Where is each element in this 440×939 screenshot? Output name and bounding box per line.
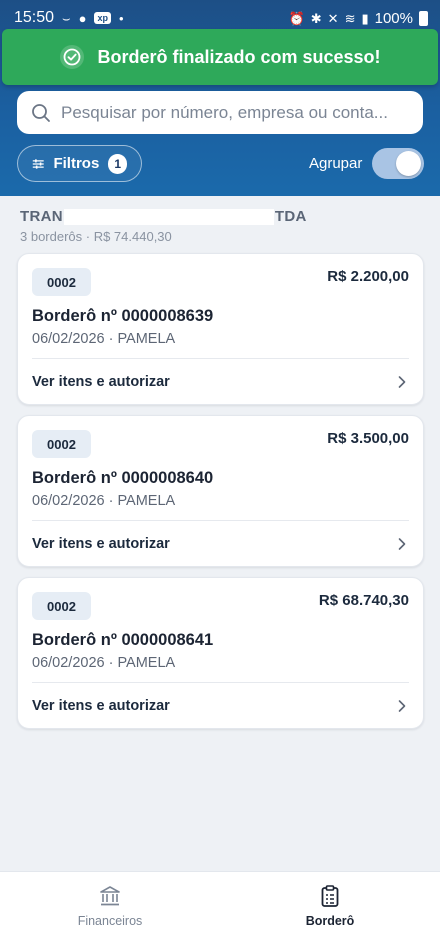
- card-title: Borderô nº 0000008639: [32, 307, 214, 325]
- alarm-icon: ⏰: [288, 10, 305, 26]
- card-action-label: Ver itens e autorizar: [32, 698, 170, 714]
- card-amount: R$ 68.740,30: [318, 592, 409, 609]
- nav-item-bordero[interactable]: Borderô: [220, 872, 440, 939]
- bordero-card[interactable]: 0002 R$ 3.500,00 Borderô nº 0000008640 0…: [17, 415, 424, 567]
- chat-icon: ●: [78, 10, 87, 26]
- card-meta: 06/02/2026 · PAMELA: [32, 331, 176, 347]
- bank-icon: [100, 885, 120, 905]
- search-input[interactable]: [61, 102, 409, 123]
- view-items-authorize-link[interactable]: Ver itens e autorizar: [32, 359, 409, 405]
- group-toggle[interactable]: [372, 148, 424, 179]
- chevron-right-icon: [398, 700, 406, 712]
- signal-icon: ▮: [361, 10, 369, 26]
- card-meta: 06/02/2026 · PAMELA: [32, 493, 176, 509]
- missed-call-icon: ⌣: [62, 10, 71, 26]
- code-badge: 0002: [32, 592, 91, 620]
- nav-label: Borderô: [305, 913, 355, 928]
- code-badge: 0002: [32, 268, 91, 296]
- view-items-authorize-link[interactable]: Ver itens e autorizar: [32, 521, 409, 567]
- card-meta: 06/02/2026 · PAMELA: [32, 655, 176, 671]
- card-title: Borderô nº 0000008640: [32, 469, 214, 487]
- nav-label: Financeiros: [77, 913, 143, 928]
- chevron-right-icon: [398, 376, 406, 388]
- card-amount: R$ 3.500,00: [327, 430, 409, 447]
- group-subtitle: 3 borderôs · R$ 74.440,30: [20, 229, 172, 244]
- nav-item-financeiros[interactable]: Financeiros: [0, 872, 220, 939]
- group-title: TRAN TDA: [20, 208, 307, 225]
- card-title: Borderô nº 0000008641: [32, 631, 214, 649]
- group-toggle-label: Agrupar: [309, 155, 363, 172]
- redacted-block: [63, 208, 274, 225]
- search-icon: [32, 103, 50, 122]
- check-circle-icon: [60, 45, 85, 69]
- filters-button[interactable]: Filtros 1: [17, 145, 142, 182]
- group-title-end: TDA: [274, 208, 307, 225]
- filters-count-badge: 1: [108, 153, 127, 174]
- status-time: 15:50: [14, 9, 55, 26]
- view-items-authorize-link[interactable]: Ver itens e autorizar: [32, 683, 409, 729]
- xp-app-icon: xp: [94, 12, 111, 24]
- toggle-knob: [396, 151, 421, 176]
- success-toast[interactable]: Borderô finalizado com sucesso!: [2, 29, 438, 85]
- bordero-card[interactable]: 0002 R$ 68.740,30 Borderô nº 0000008641 …: [17, 577, 424, 729]
- clipboard-icon: [321, 884, 339, 907]
- search-bar[interactable]: [17, 91, 423, 134]
- chevron-right-icon: [398, 538, 406, 550]
- card-amount: R$ 2.200,00: [327, 268, 409, 285]
- battery-icon: [419, 10, 428, 26]
- battery-level: 100%: [374, 9, 413, 27]
- mute-icon: ✕: [327, 10, 339, 26]
- bordero-card[interactable]: 0002 R$ 2.200,00 Borderô nº 0000008639 0…: [17, 253, 424, 405]
- bluetooth-icon: ✱: [310, 10, 322, 26]
- code-badge: 0002: [32, 430, 91, 458]
- card-action-label: Ver itens e autorizar: [32, 536, 170, 552]
- wifi-icon: ≋: [344, 10, 356, 26]
- filters-label: Filtros: [53, 155, 100, 172]
- card-action-label: Ver itens e autorizar: [32, 374, 170, 390]
- bottom-nav: Financeiros Borderô: [0, 871, 440, 939]
- dot-icon: •: [118, 10, 124, 26]
- group-title-start: TRAN: [20, 208, 63, 225]
- sliders-icon: [32, 158, 44, 169]
- toast-message: Borderô finalizado com sucesso!: [97, 46, 381, 67]
